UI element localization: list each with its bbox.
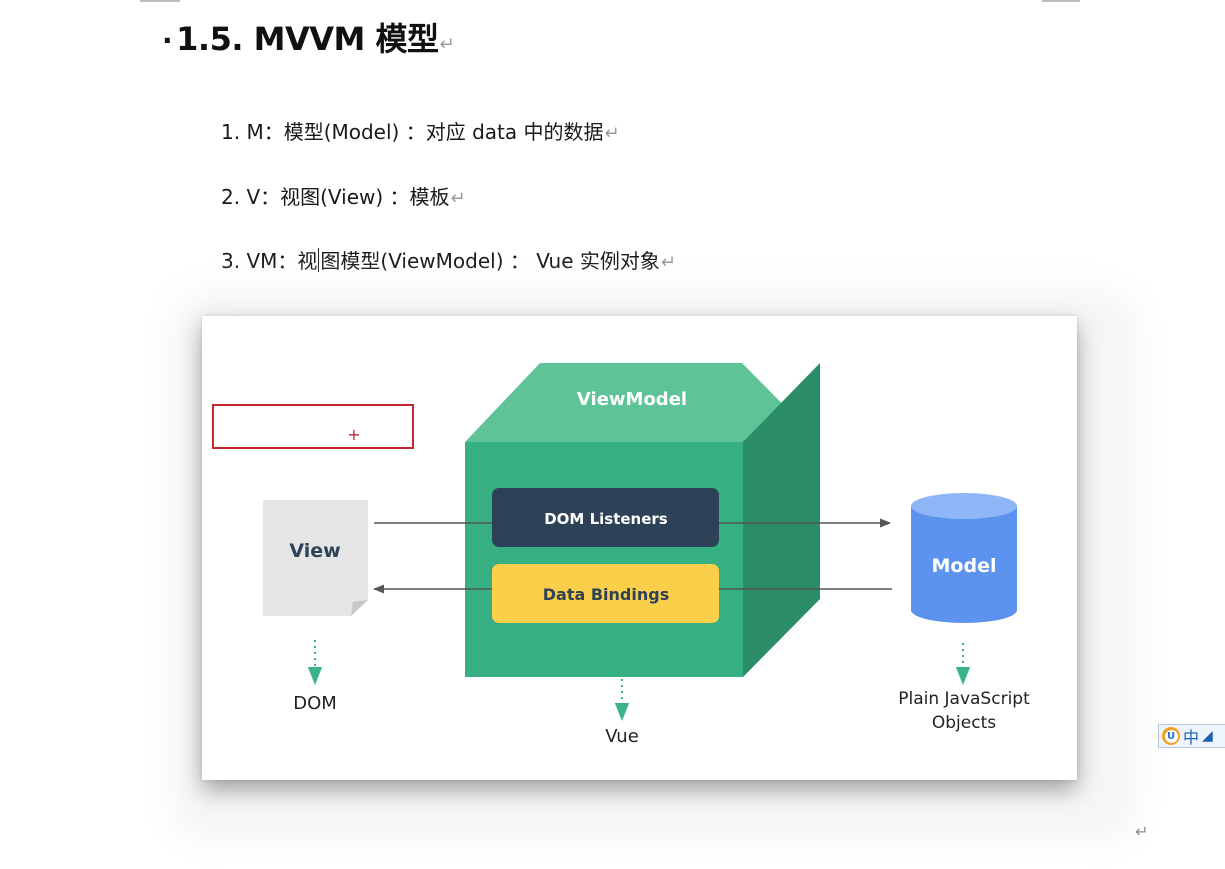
mvvm-diagram-image[interactable]: + View ViewModel DOM Listeners Data Bind…: [202, 316, 1077, 780]
ime-logo-letter: U: [1164, 729, 1178, 743]
list-item-viewmodel: 3. VM：视 图模型(ViewModel) ： Vue 实例对象↵: [221, 245, 676, 274]
list-item-text-after-cursor: 图模型(ViewModel) ： Vue 实例对象: [320, 249, 660, 273]
list-item-text: 2. V：视图(View) ：模板: [221, 185, 450, 209]
objects-caption-line1: Plain JavaScript: [898, 689, 1030, 709]
section-heading: · 1.5. MVVM 模型↵: [162, 14, 455, 60]
list-item-model: 1. M：模型(Model) ：对应 data 中的数据↵: [221, 116, 620, 145]
paragraph-mark-icon: ↵: [660, 252, 676, 273]
ime-logo-icon[interactable]: U: [1162, 727, 1180, 745]
viewmodel-label: ViewModel: [577, 389, 687, 410]
page-boundary-left: [140, 0, 180, 2]
selection-plus-marker: +: [347, 425, 360, 444]
moon-icon[interactable]: ◢: [1202, 728, 1213, 744]
list-item-text: 1. M：模型(Model) ：对应 data 中的数据: [221, 120, 604, 144]
ime-toolbar[interactable]: U 中 ◢: [1158, 724, 1225, 748]
model-label: Model: [932, 555, 997, 577]
paragraph-mark-icon: ↵: [1135, 822, 1149, 841]
paragraph-mark-icon: ↵: [450, 188, 466, 209]
data-bindings-label: Data Bindings: [543, 585, 669, 604]
vue-caption: Vue: [605, 726, 639, 747]
heading-bullet: ·: [162, 24, 173, 57]
heading-text: 1.5. MVVM 模型: [176, 20, 439, 58]
paragraph-mark-icon: ↵: [439, 34, 455, 55]
dom-caption: DOM: [293, 693, 337, 714]
list-item-view: 2. V：视图(View) ：模板↵: [221, 181, 466, 210]
ime-mode-toggle[interactable]: 中: [1183, 724, 1199, 748]
list-item-text-before-cursor: 3. VM：视: [221, 249, 318, 273]
dom-listeners-label: DOM Listeners: [544, 510, 668, 528]
mvvm-diagram: + View ViewModel DOM Listeners Data Bind…: [212, 363, 1030, 747]
selection-rectangle[interactable]: [212, 404, 414, 449]
paragraph-mark-icon: ↵: [604, 123, 620, 144]
page-boundary-right: [1042, 0, 1080, 2]
view-label: View: [289, 540, 340, 562]
objects-caption-line2: Objects: [932, 713, 996, 733]
